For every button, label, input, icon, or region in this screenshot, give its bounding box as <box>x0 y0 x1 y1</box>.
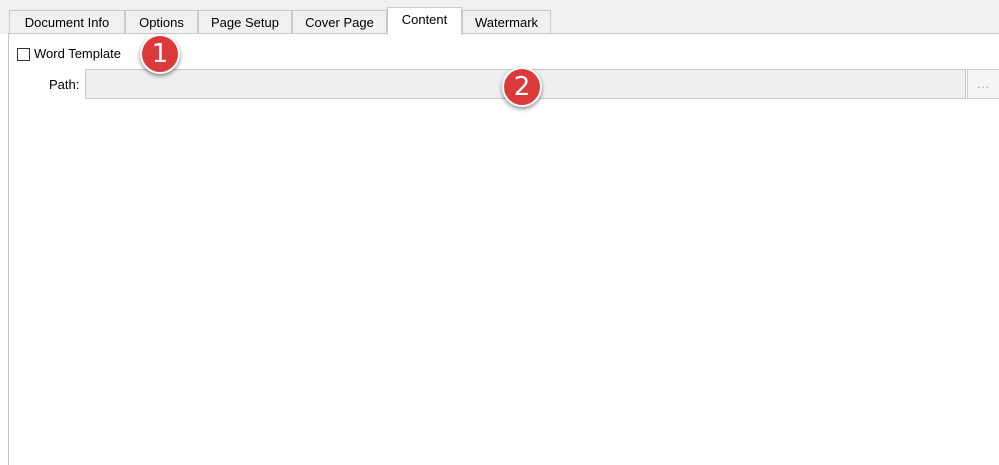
word-template-option[interactable]: Word Template <box>17 45 121 63</box>
content-settings-screen: Document Info Options Page Setup Cover P… <box>0 0 999 465</box>
tab-options[interactable]: Options <box>125 10 198 33</box>
word-template-label: Word Template <box>34 46 121 61</box>
annotation-badge-2: 2 <box>502 67 542 107</box>
tab-cover-page[interactable]: Cover Page <box>292 10 387 33</box>
annotation-badge-1: 1 <box>140 34 180 74</box>
browse-button[interactable]: ... <box>967 69 999 99</box>
content-tab-panel: Word Template Path: ... <box>8 33 999 465</box>
tab-strip: Document Info Options Page Setup Cover P… <box>0 0 999 35</box>
tab-page-setup[interactable]: Page Setup <box>198 10 292 33</box>
tab-document-info[interactable]: Document Info <box>9 10 125 33</box>
word-template-checkbox[interactable] <box>17 47 30 61</box>
tab-watermark[interactable]: Watermark <box>462 10 551 33</box>
tab-content[interactable]: Content <box>387 7 462 35</box>
path-label: Path: <box>49 77 80 92</box>
